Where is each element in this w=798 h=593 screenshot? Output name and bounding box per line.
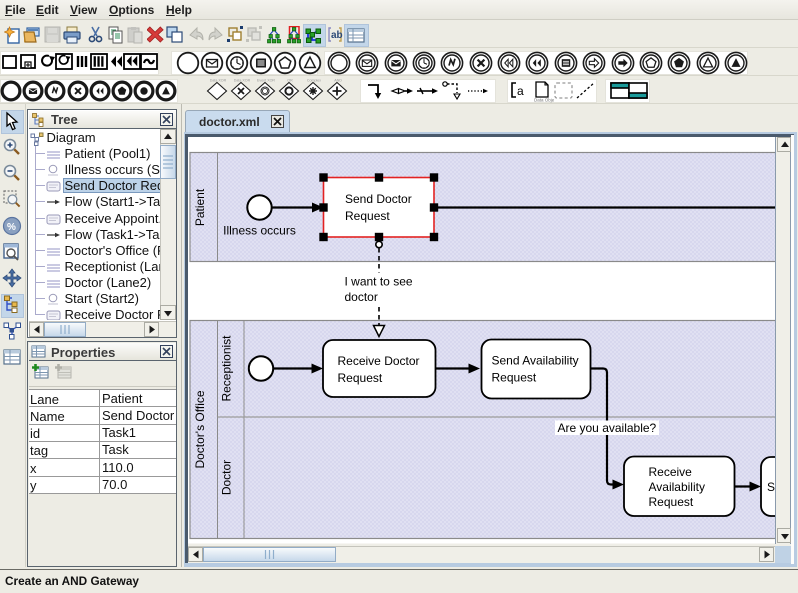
svg-text:Request: Request bbox=[337, 371, 382, 385]
svg-text:doctor: doctor bbox=[344, 290, 377, 304]
svg-text:Request: Request bbox=[491, 371, 536, 385]
svg-text:Request: Request bbox=[345, 209, 390, 223]
svg-text:Doctor: Doctor bbox=[219, 460, 233, 495]
svg-text:Data Object: Data Object bbox=[534, 98, 554, 103]
svg-text:I want to see: I want to see bbox=[344, 275, 412, 289]
svg-text:ab: ab bbox=[331, 30, 343, 41]
svg-text:a: a bbox=[517, 84, 524, 98]
svg-text:Illness occurs: Illness occurs bbox=[223, 224, 296, 238]
svg-text:%: % bbox=[7, 222, 16, 233]
svg-text:Availability: Availability bbox=[648, 480, 704, 494]
svg-text:Send Availability: Send Availability bbox=[491, 354, 578, 368]
svg-text:Receive: Receive bbox=[648, 465, 692, 479]
svg-text:Request: Request bbox=[648, 495, 693, 509]
svg-text:Se: Se bbox=[767, 480, 776, 494]
svg-text:Doctor's Office: Doctor's Office bbox=[193, 390, 207, 468]
svg-text:Are you available?: Are you available? bbox=[557, 421, 656, 435]
svg-text:Receptionist: Receptionist bbox=[219, 335, 233, 402]
svg-text:Receive Doctor: Receive Doctor bbox=[337, 354, 419, 368]
svg-text:Patient: Patient bbox=[193, 188, 207, 226]
svg-text:Send Doctor: Send Doctor bbox=[345, 192, 412, 206]
